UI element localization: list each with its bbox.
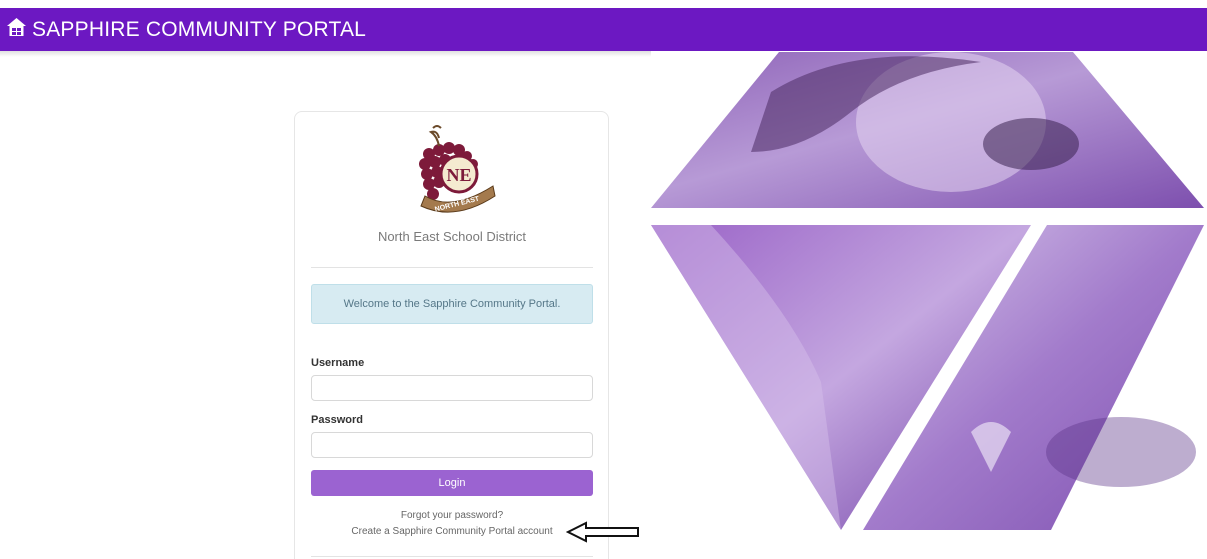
- divider: [311, 267, 593, 268]
- portal-title: SAPPHIRE COMMUNITY PORTAL: [32, 18, 367, 41]
- username-input[interactable]: [311, 375, 593, 401]
- username-label: Username: [311, 357, 365, 369]
- student-photo-collage: [651, 52, 1204, 530]
- home-icon[interactable]: [6, 17, 27, 37]
- svg-text:NE: NE: [446, 165, 471, 185]
- district-name: North East School District: [377, 229, 527, 244]
- password-input[interactable]: [311, 432, 593, 458]
- password-label: Password: [311, 414, 363, 426]
- divider-bottom: [311, 556, 593, 557]
- arrow-left-icon: [566, 521, 639, 543]
- login-button[interactable]: Login: [311, 470, 593, 496]
- district-logo: NE NORTH EAST: [419, 125, 496, 213]
- welcome-alert: Welcome to the Sapphire Community Portal…: [311, 284, 593, 324]
- header-shadow: [0, 51, 651, 57]
- login-page: SAPPHIRE COMMUNITY PORTAL NE NORTH EAST …: [0, 0, 1207, 559]
- forgot-password-link[interactable]: Forgot your password?: [296, 510, 608, 521]
- create-account-link[interactable]: Create a Sapphire Community Portal accou…: [296, 526, 608, 537]
- header-bar: SAPPHIRE COMMUNITY PORTAL: [0, 8, 1207, 51]
